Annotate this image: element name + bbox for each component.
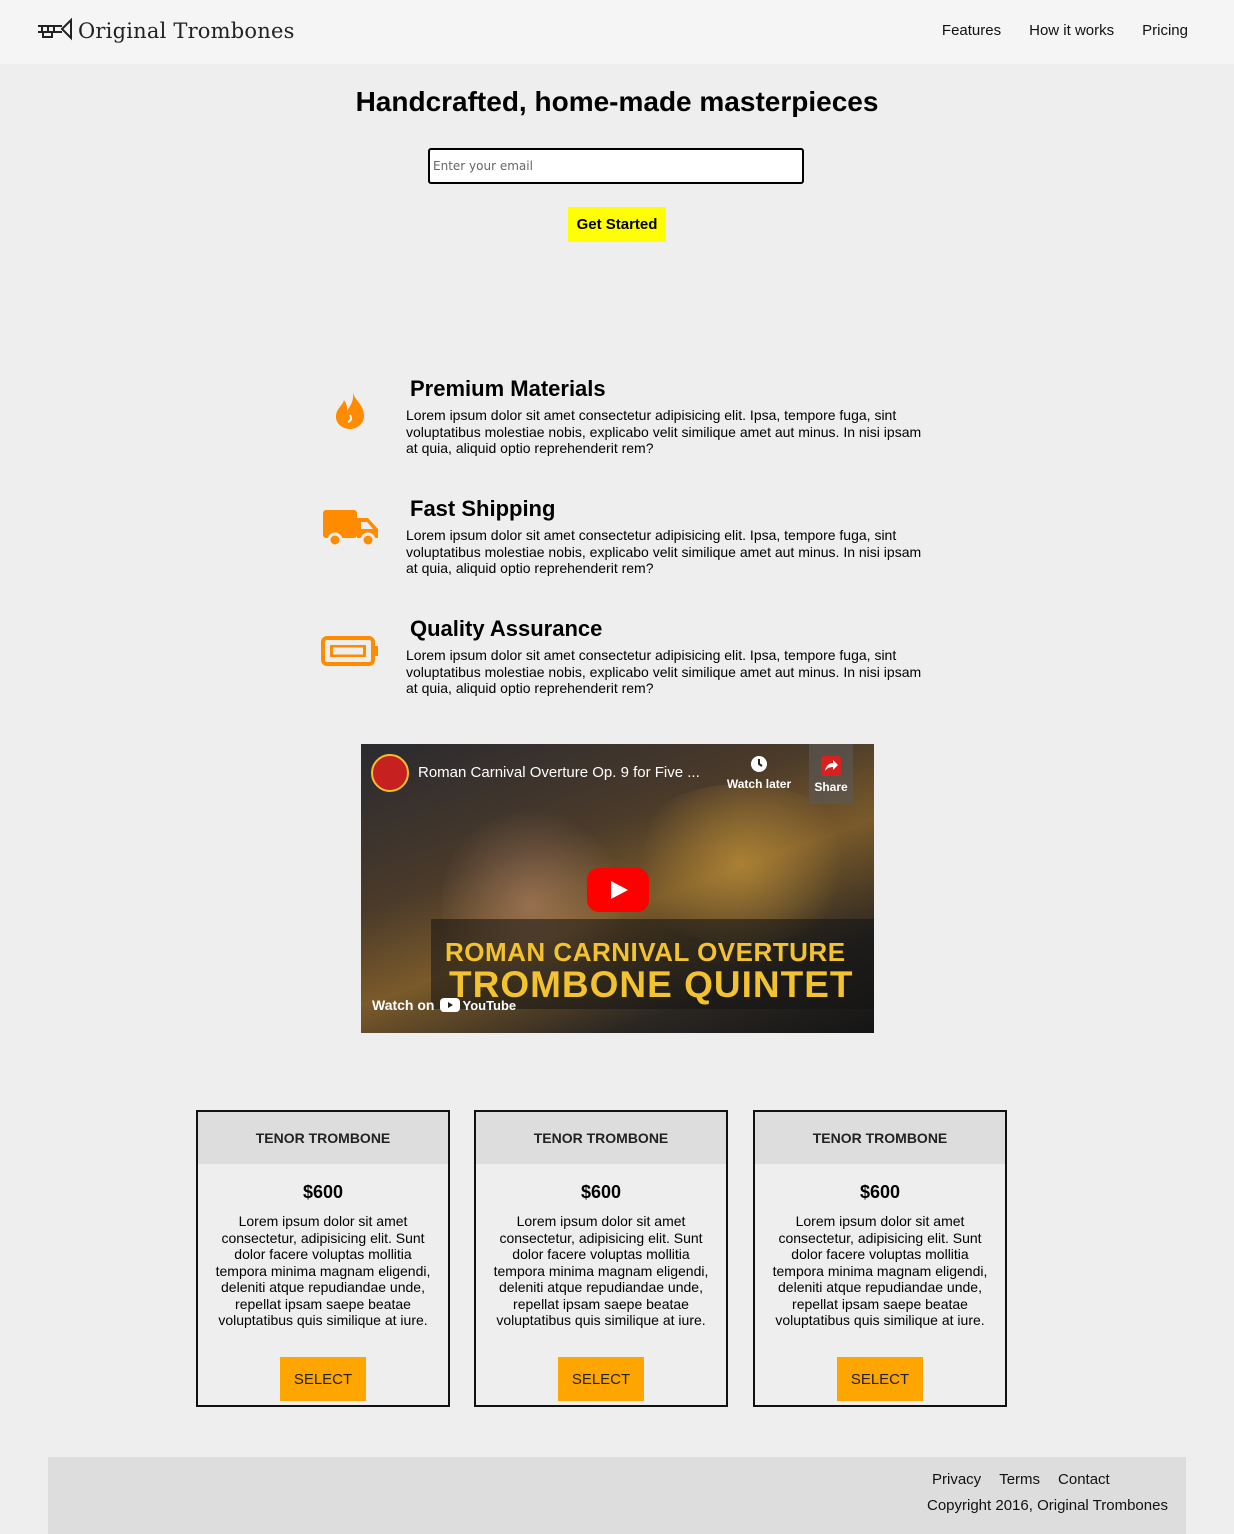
clock-icon [751, 756, 767, 772]
pricing-card-title: TENOR TROMBONE [198, 1112, 448, 1164]
select-button[interactable]: SELECT [558, 1357, 644, 1401]
site-footer: Privacy Terms Contact Copyright 2016, Or… [48, 1457, 1186, 1534]
feature-title: Fast Shipping [410, 496, 556, 521]
share-arrow-icon [821, 756, 841, 776]
nav-features[interactable]: Features [942, 22, 1001, 39]
select-button[interactable]: SELECT [837, 1357, 923, 1401]
feature-quality-assurance: Quality Assurance Lorem ipsum dolor sit … [310, 616, 950, 706]
pricing-card-description: Lorem ipsum dolor sit amet consectetur, … [772, 1213, 988, 1328]
feature-text: Lorem ipsum dolor sit amet consectetur a… [406, 647, 922, 696]
pricing-card-description: Lorem ipsum dolor sit amet consectetur, … [493, 1213, 709, 1328]
get-started-button[interactable]: Get Started [568, 207, 666, 242]
footer-link-privacy[interactable]: Privacy [932, 1471, 981, 1488]
site-header: Original Trombones Features How it works… [0, 0, 1234, 64]
select-button[interactable]: SELECT [280, 1357, 366, 1401]
youtube-logo: YouTube [440, 998, 516, 1013]
youtube-wordmark: YouTube [462, 997, 517, 1013]
pricing-card-title: TENOR TROMBONE [476, 1112, 726, 1164]
watch-on-youtube-link[interactable]: Watch on YouTube [372, 997, 516, 1013]
brand-logo[interactable]: Original Trombones [36, 14, 295, 48]
footer-link-terms[interactable]: Terms [999, 1471, 1040, 1488]
brand-name: Original Trombones [78, 19, 295, 43]
watch-later-button[interactable]: Watch later [719, 755, 799, 791]
feature-text: Lorem ipsum dolor sit amet consectetur a… [406, 527, 922, 576]
youtube-play-icon [440, 998, 461, 1012]
main-nav: Features How it works Pricing [942, 22, 1188, 39]
pricing-card-price: $600 [580, 1182, 622, 1202]
trombone-icon [36, 17, 72, 46]
pricing-card-description: Lorem ipsum dolor sit amet consectetur, … [215, 1213, 431, 1328]
fire-icon [320, 376, 380, 436]
video-title[interactable]: Roman Carnival Overture Op. 9 for Five .… [418, 764, 700, 781]
nav-how-it-works[interactable]: How it works [1029, 22, 1114, 39]
feature-premium-materials: Premium Materials Lorem ipsum dolor sit … [310, 376, 950, 466]
email-input[interactable] [428, 148, 804, 184]
feature-text: Lorem ipsum dolor sit amet consectetur a… [406, 407, 922, 456]
watch-later-label: Watch later [726, 777, 792, 791]
feature-title: Quality Assurance [410, 616, 603, 641]
nav-pricing[interactable]: Pricing [1142, 22, 1188, 39]
watch-on-label: Watch on [372, 997, 435, 1013]
play-button-icon[interactable] [587, 868, 649, 912]
share-button[interactable]: Share [809, 744, 853, 804]
truck-icon [320, 496, 380, 556]
feature-fast-shipping: Fast Shipping Lorem ipsum dolor sit amet… [310, 496, 950, 586]
channel-avatar[interactable] [371, 754, 409, 792]
footer-links: Privacy Terms Contact [932, 1471, 1110, 1488]
hero-title: Handcrafted, home-made masterpieces [355, 86, 879, 117]
pricing-card: TENOR TROMBONE $600 Lorem ipsum dolor si… [196, 1110, 450, 1407]
pricing-card: TENOR TROMBONE $600 Lorem ipsum dolor si… [753, 1110, 1007, 1407]
pricing-card-price: $600 [302, 1182, 344, 1202]
share-label: Share [814, 780, 848, 794]
video-embed[interactable]: Roman Carnival Overture Op. 9 for Five .… [361, 744, 874, 1033]
pricing-card-title: TENOR TROMBONE [755, 1112, 1005, 1164]
feature-title: Premium Materials [410, 376, 606, 401]
copyright-text: Copyright 2016, Original Trombones [927, 1497, 1168, 1514]
pricing-card-price: $600 [859, 1182, 901, 1202]
pricing-card: TENOR TROMBONE $600 Lorem ipsum dolor si… [474, 1110, 728, 1407]
battery-icon [320, 616, 380, 676]
footer-link-contact[interactable]: Contact [1058, 1471, 1110, 1488]
